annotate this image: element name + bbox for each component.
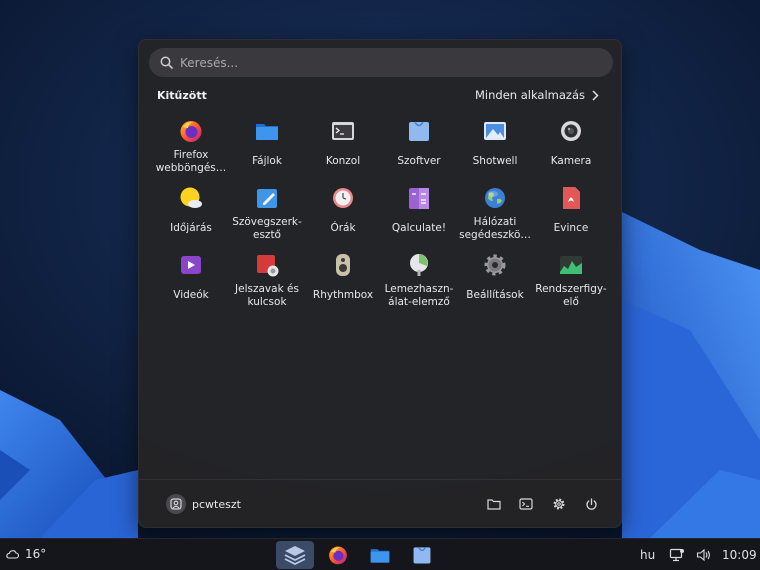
volume-button[interactable] xyxy=(696,547,712,566)
app-label: Rhythmbox xyxy=(312,289,374,301)
app-weather[interactable]: Időjárás xyxy=(153,179,229,246)
app-label: Evince xyxy=(553,222,589,234)
app-camera[interactable]: Kamera xyxy=(533,112,609,179)
disk-usage-icon xyxy=(410,254,428,276)
photo-icon xyxy=(484,122,506,140)
all-apps-button[interactable]: Minden alkalmazás xyxy=(475,88,599,102)
gear-icon xyxy=(553,498,565,510)
app-videos[interactable]: Videók xyxy=(153,246,229,313)
app-label: Konzol xyxy=(325,155,361,167)
speaker-icon xyxy=(336,254,350,276)
app-label: Firefox webböngés… xyxy=(155,149,227,174)
taskbar-software[interactable] xyxy=(403,541,441,569)
firefox-icon xyxy=(180,121,202,142)
terminal-icon xyxy=(332,122,354,140)
app-label: Videók xyxy=(173,289,209,301)
app-label: Időjárás xyxy=(170,222,212,234)
calculator-icon xyxy=(409,188,429,209)
taskbar-app-launcher[interactable] xyxy=(276,541,314,569)
app-files[interactable]: Fájlok xyxy=(229,112,305,179)
app-passwords-keys[interactable]: Jelszavak és kulcsok xyxy=(229,246,305,313)
pdf-document-icon xyxy=(563,187,580,209)
app-label: Jelszavak és kulcsok xyxy=(235,283,299,308)
folder-icon xyxy=(370,549,390,563)
pinned-apps-grid: Firefox webböngés… Fájlok Konzol Szoftve… xyxy=(153,112,609,313)
app-network-tools[interactable]: Hálózati segédeszkö… xyxy=(457,179,533,246)
username: pcwteszt xyxy=(192,497,241,511)
temperature: 16° xyxy=(25,547,47,561)
folder-icon xyxy=(487,499,501,510)
files-button[interactable] xyxy=(485,495,503,513)
app-label: Shotwell xyxy=(472,155,518,167)
app-text-editor[interactable]: Szövegszerk- esztő xyxy=(229,179,305,246)
terminal-button[interactable] xyxy=(517,495,535,513)
speaker-volume-icon xyxy=(696,548,710,562)
cloud-icon xyxy=(6,550,19,559)
app-system-monitor[interactable]: Rendszerfigy- elő xyxy=(533,246,609,313)
taskbar: 16° hu 10:09 xyxy=(0,538,760,570)
app-label: Szövegszerk- esztő xyxy=(232,216,302,241)
stack-layers-icon xyxy=(284,546,306,565)
app-label: Kamera xyxy=(550,155,592,167)
app-label: Szoftver xyxy=(397,155,441,167)
app-settings[interactable]: Beállítások xyxy=(457,246,533,313)
software-bag-icon xyxy=(413,547,431,564)
user-icon xyxy=(170,498,182,510)
app-clocks[interactable]: Órák xyxy=(305,179,381,246)
launcher-footer: pcwteszt xyxy=(139,479,621,527)
keyboard-layout-indicator[interactable]: hu xyxy=(640,548,655,562)
pinned-section-title: Kitűzött xyxy=(157,89,207,102)
avatar xyxy=(166,494,186,514)
text-editor-icon xyxy=(257,189,277,208)
wired-network-icon xyxy=(669,548,684,562)
weather-indicator[interactable]: 16° xyxy=(5,547,46,561)
taskbar-files[interactable] xyxy=(361,541,399,569)
taskbar-firefox[interactable] xyxy=(319,541,357,569)
software-bag-icon xyxy=(409,121,429,141)
search-input[interactable] xyxy=(180,55,600,70)
network-status-button[interactable] xyxy=(669,547,685,566)
keyring-icon xyxy=(257,255,279,277)
power-button[interactable] xyxy=(582,495,600,513)
folder-icon xyxy=(256,124,278,140)
camera-icon xyxy=(561,121,581,141)
all-apps-label: Minden alkalmazás xyxy=(475,88,585,102)
clock-icon xyxy=(333,188,353,208)
video-play-icon xyxy=(181,256,201,274)
app-launcher-panel: Kitűzött Minden alkalmazás Firefox webbö… xyxy=(138,39,622,528)
settings-button[interactable] xyxy=(550,495,568,513)
search-icon xyxy=(160,56,173,69)
app-qalculate[interactable]: Qalculate! xyxy=(381,179,457,246)
app-label: Fájlok xyxy=(252,155,282,167)
clock[interactable]: 10:09 xyxy=(722,548,757,562)
app-evince[interactable]: Evince xyxy=(533,179,609,246)
app-label: Órák xyxy=(330,222,356,234)
app-disk-usage[interactable]: Lemezhaszn- álat-elemző xyxy=(381,246,457,313)
app-label: Rendszerfigy- elő xyxy=(535,283,607,308)
terminal-icon xyxy=(519,498,533,510)
weather-sun-icon xyxy=(180,187,202,208)
app-rhythmbox[interactable]: Rhythmbox xyxy=(305,246,381,313)
firefox-icon xyxy=(329,546,347,565)
app-software[interactable]: Szoftver xyxy=(381,112,457,179)
app-label: Hálózati segédeszkö… xyxy=(459,216,531,241)
app-label: Qalculate! xyxy=(391,222,447,234)
app-shotwell[interactable]: Shotwell xyxy=(457,112,533,179)
app-label: Beállítások xyxy=(466,289,524,301)
search-bar[interactable] xyxy=(149,48,613,77)
app-firefox[interactable]: Firefox webböngés… xyxy=(153,112,229,179)
chevron-right-icon xyxy=(592,89,599,101)
power-icon xyxy=(585,497,597,510)
app-console[interactable]: Konzol xyxy=(305,112,381,179)
network-globe-icon xyxy=(485,188,505,208)
settings-gear-icon xyxy=(484,254,506,276)
app-label: Lemezhaszn- álat-elemző xyxy=(384,283,454,308)
user-account-button[interactable]: pcwteszt xyxy=(166,494,241,514)
system-monitor-icon xyxy=(560,256,582,274)
